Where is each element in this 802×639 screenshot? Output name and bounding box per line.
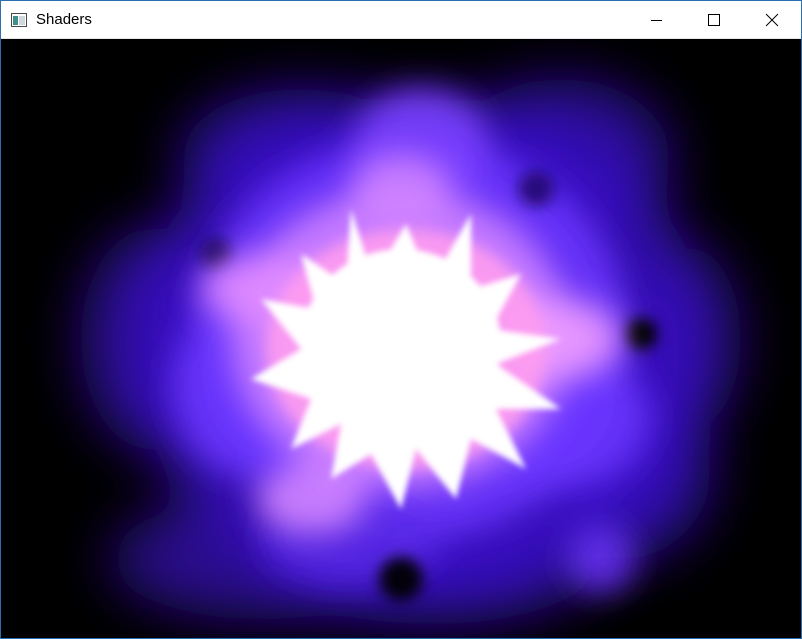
title-bar[interactable]: Shaders	[1, 1, 801, 39]
app-window: Shaders	[0, 0, 802, 639]
window-app-icon	[11, 13, 27, 27]
minimize-button[interactable]	[633, 1, 679, 38]
shader-viewport[interactable]	[1, 39, 801, 638]
maximize-button[interactable]	[689, 1, 735, 38]
minimize-icon	[651, 20, 662, 21]
close-icon	[765, 13, 779, 27]
shader-render-canvas	[81, 79, 741, 624]
window-title: Shaders	[36, 11, 92, 28]
close-button[interactable]	[747, 1, 793, 38]
maximize-icon	[708, 14, 720, 26]
